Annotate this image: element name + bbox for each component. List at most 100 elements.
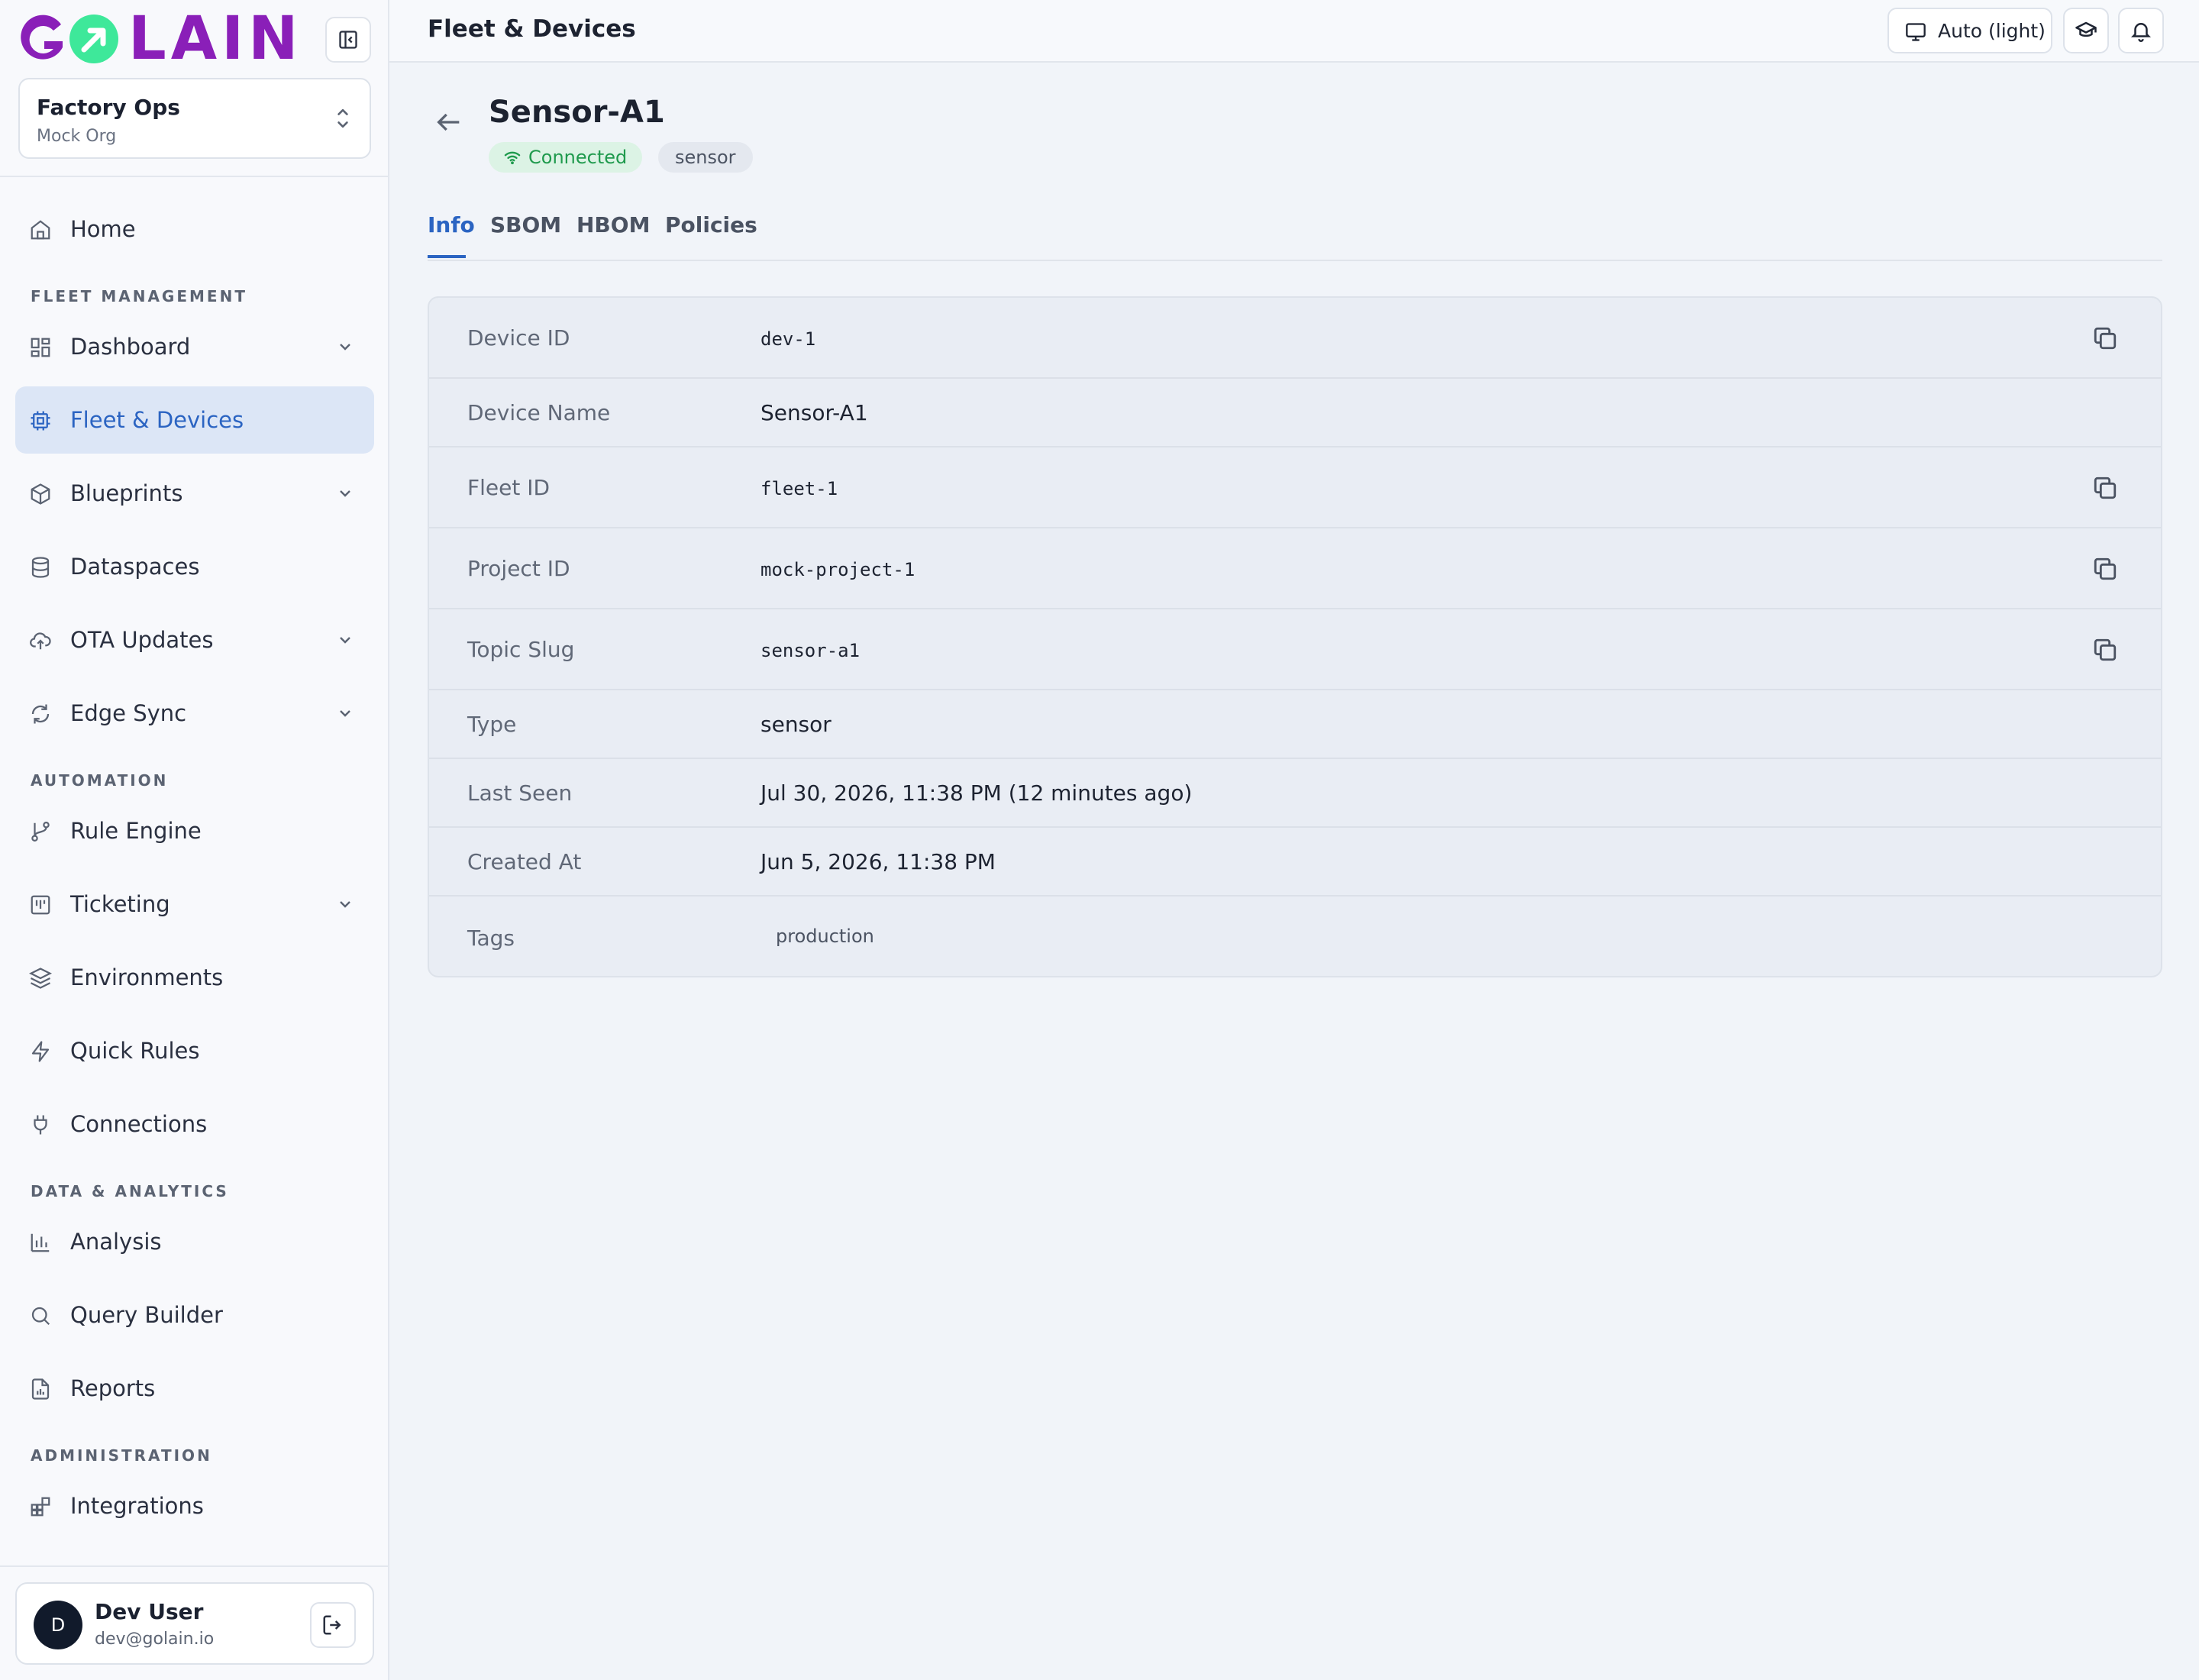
sidebar-item-quick-rules[interactable]: Quick Rules [15,1017,374,1084]
logout-button[interactable] [310,1602,356,1648]
sidebar-item-reports[interactable]: Reports [15,1355,374,1422]
row-value: dev-1 [760,328,816,350]
sidebar-item-ota-updates[interactable]: OTA Updates [15,606,374,674]
sidebar-item-rule-engine[interactable]: Rule Engine [15,797,374,864]
sidebar-item-integrations[interactable]: Integrations [15,1472,374,1539]
section-label-fleet: FLEET MANAGEMENT [31,287,247,305]
cloud-upload-icon [29,629,52,652]
sidebar-item-environments[interactable]: Environments [15,944,374,1011]
sidebar-item-label: Rule Engine [70,818,202,844]
bar-chart-icon [29,1231,52,1254]
chevrons-up-down-icon [333,105,353,131]
theme-toggle-button[interactable]: Auto (light) [1887,8,2052,53]
monitor-icon [1904,21,1927,43]
theme-label: Auto (light) [1938,20,2046,42]
sidebar-item-label: Environments [70,964,224,990]
sidebar-item-edge-sync[interactable]: Edge Sync [15,680,374,747]
sidebar-item-label: Reports [70,1375,156,1401]
row-value: sensor-a1 [760,640,861,661]
active-tab-indicator [428,255,466,258]
user-name: Dev User [95,1599,204,1624]
notifications-button[interactable] [2118,8,2164,53]
tab-info[interactable]: Info [428,212,475,237]
sidebar-divider [0,1565,389,1567]
row-label: Topic Slug [467,637,575,662]
org-switcher[interactable]: Factory Ops Mock Org [18,78,371,159]
sidebar-item-fleet-devices[interactable]: Fleet & Devices [15,386,374,454]
sidebar-item-home[interactable]: Home [15,195,374,263]
chevron-down-icon [336,338,354,356]
sidebar-item-ticketing[interactable]: Ticketing [15,871,374,938]
section-label-automation: AUTOMATION [31,771,169,790]
sidebar-item-label: Integrations [70,1493,204,1519]
avatar[interactable]: D [34,1601,82,1649]
type-badge: sensor [658,142,753,173]
sidebar-item-query-builder[interactable]: Query Builder [15,1281,374,1349]
log-out-icon [321,1614,344,1636]
info-row-last-seen: Last Seen Jul 30, 2026, 11:38 PM (12 min… [429,759,2161,828]
blocks-icon [29,1495,52,1518]
sidebar-collapse-button[interactable] [325,17,371,63]
row-value: Jul 30, 2026, 11:38 PM (12 minutes ago) [760,780,1193,806]
info-row-device-name: Device Name Sensor-A1 [429,379,2161,447]
row-label: Device ID [467,325,570,351]
tab-sbom[interactable]: SBOM [490,212,561,237]
info-row-project-id: Project ID mock-project-1 [429,528,2161,609]
tab-policies[interactable]: Policies [665,212,757,237]
tabs: Info SBOM HBOM Policies [428,199,2162,261]
info-row-topic-slug: Topic Slug sensor-a1 [429,609,2161,690]
copy-icon[interactable] [2092,475,2118,501]
arrow-left-icon [434,107,464,137]
sidebar-item-label: Quick Rules [70,1038,200,1064]
logo-text: LAIN [128,5,303,73]
info-row-created-at: Created At Jun 5, 2026, 11:38 PM [429,828,2161,897]
copy-icon[interactable] [2092,556,2118,582]
row-value: Sensor-A1 [760,400,868,425]
info-row-device-id: Device ID dev-1 [429,298,2161,379]
learn-button[interactable] [2063,8,2109,53]
sidebar-item-label: Ticketing [70,891,170,917]
bell-icon [2130,19,2152,42]
tab-hbom[interactable]: HBOM [576,212,650,237]
sidebar-divider [0,176,389,177]
status-label: Connected [528,147,628,168]
user-email: dev@golain.io [95,1630,215,1649]
tag-chip: production [776,926,874,947]
copy-icon[interactable] [2092,325,2118,351]
chevron-down-icon [336,484,354,502]
section-label-admin: ADMINISTRATION [31,1446,212,1465]
sidebar-item-analysis[interactable]: Analysis [15,1208,374,1275]
logo-row: LAIN [17,5,373,73]
git-branch-icon [29,820,52,843]
back-button[interactable] [434,107,464,137]
info-row-fleet-id: Fleet ID fleet-1 [429,447,2161,528]
sidebar-item-dataspaces[interactable]: Dataspaces [15,533,374,600]
page-title: Sensor-A1 [489,95,665,130]
sidebar-item-label: Blueprints [70,480,183,506]
row-value: Jun 5, 2026, 11:38 PM [760,849,996,874]
golain-logo[interactable]: LAIN [17,5,303,73]
layers-icon [29,967,52,990]
chevron-down-icon [336,895,354,913]
device-info-table: Device ID dev-1 Device Name Sensor-A1 Fl… [428,296,2162,977]
box-icon [29,483,52,506]
row-value: fleet-1 [760,478,838,499]
org-name: Factory Ops [37,95,180,120]
section-label-analytics: DATA & ANALYTICS [31,1182,229,1200]
sidebar-item-blueprints[interactable]: Blueprints [15,460,374,527]
info-row-type: Type sensor [429,690,2161,759]
row-value: mock-project-1 [760,559,915,580]
row-label: Tags [467,926,515,951]
graduation-cap-icon [2075,19,2097,42]
refresh-icon [29,703,52,725]
status-badge: Connected [489,142,643,173]
topbar: Fleet & Devices Auto (light) [389,0,2199,63]
plug-icon [29,1113,52,1136]
user-card: D Dev User dev@golain.io [15,1582,374,1665]
info-row-tags: Tags production [429,897,2161,976]
copy-icon[interactable] [2092,637,2118,663]
dashboard-icon [29,336,52,359]
sidebar-item-connections[interactable]: Connections [15,1090,374,1158]
page-header-title: Fleet & Devices [428,15,636,43]
sidebar-item-dashboard[interactable]: Dashboard [15,313,374,380]
